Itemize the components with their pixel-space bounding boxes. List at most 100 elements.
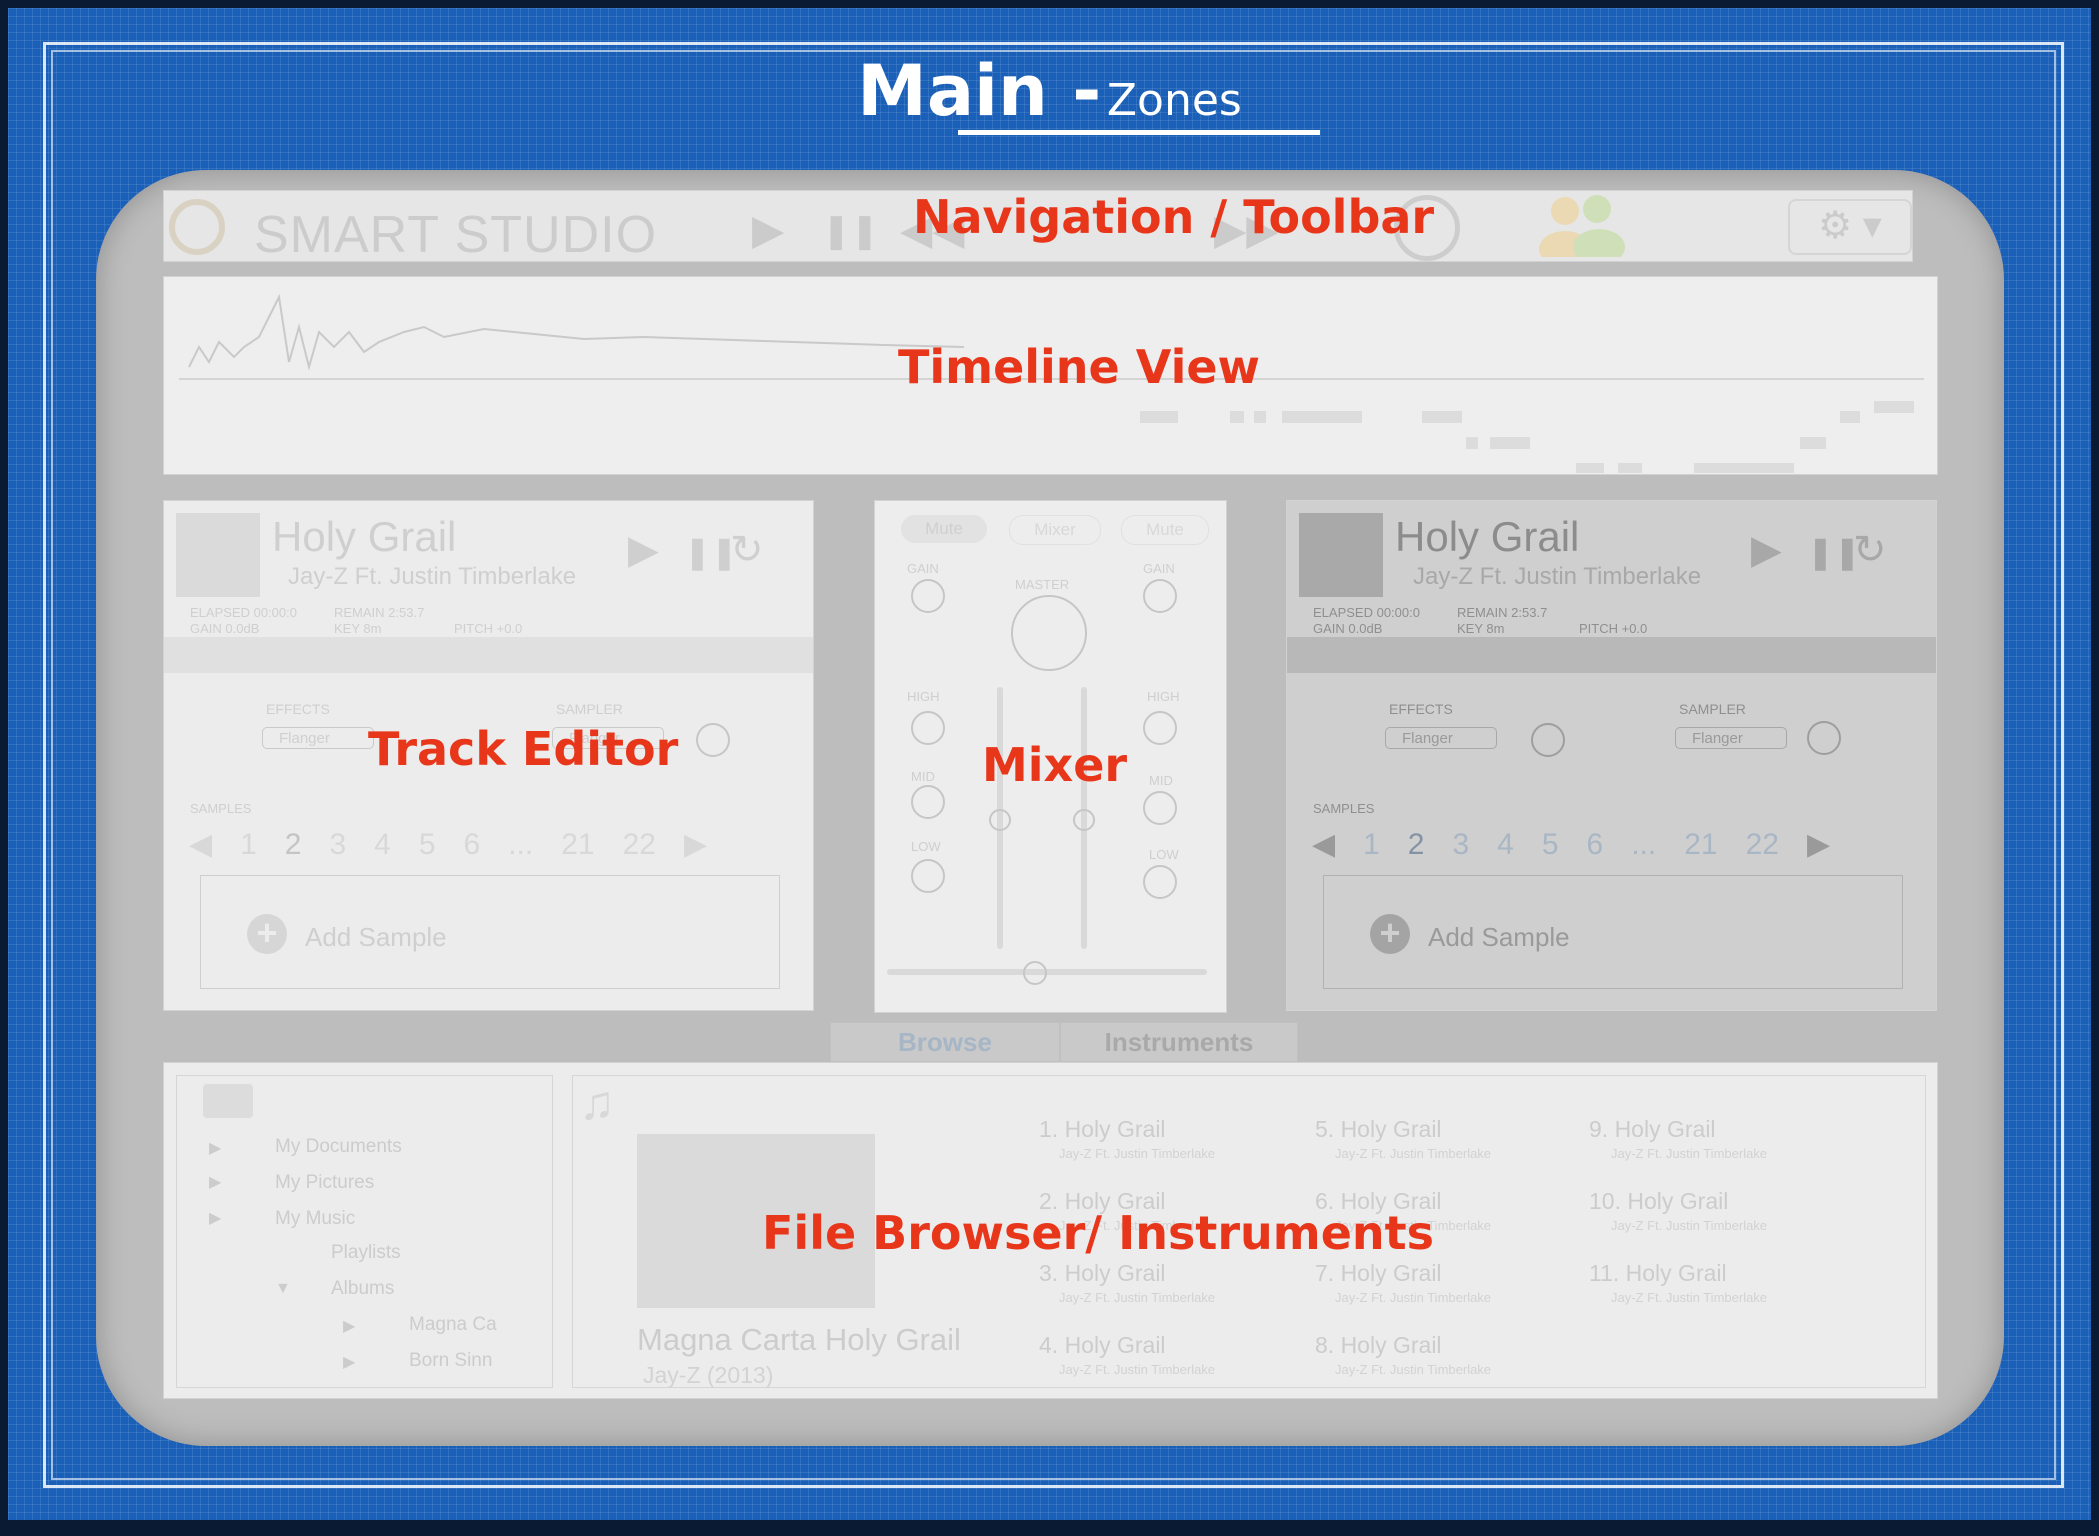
play-icon[interactable]: ▶ — [1751, 527, 1782, 573]
expand-arrow-icon[interactable]: ▶ — [343, 1316, 355, 1336]
sample-pager[interactable]: ◀ 1 2 3 4 5 6... 21 22 ▶ — [189, 827, 735, 862]
sample-number[interactable]: 2 — [1408, 828, 1425, 862]
sample-number[interactable]: 21 — [561, 828, 594, 862]
song-artist: Jay-Z Ft. Justin Timberlake — [1611, 1290, 1768, 1305]
next-icon[interactable]: ▶ — [1807, 827, 1830, 862]
sampler-label: SAMPLER — [1679, 701, 1746, 717]
high-right-label: HIGH — [1147, 689, 1180, 704]
users-icon[interactable] — [1529, 191, 1639, 257]
mini-waveform[interactable] — [164, 637, 813, 673]
add-sample-area[interactable]: + Add Sample — [1323, 875, 1903, 989]
song-title[interactable]: 8. Holy Grail — [1315, 1332, 1442, 1359]
mid-left-knob[interactable] — [911, 785, 945, 819]
tree-item[interactable]: Playlists — [331, 1242, 401, 1264]
sample-number[interactable]: 2 — [285, 828, 302, 862]
sample-number[interactable]: 22 — [623, 828, 656, 862]
crossfader[interactable] — [887, 969, 1207, 975]
song-title[interactable]: 9. Holy Grail — [1589, 1116, 1716, 1143]
sample-number[interactable]: 4 — [1497, 828, 1514, 862]
collapse-arrow-icon[interactable]: ▼ — [275, 1280, 291, 1298]
fader-handle-left[interactable] — [989, 809, 1011, 831]
sample-number[interactable]: 5 — [419, 828, 436, 862]
tree-item[interactable]: Albums — [331, 1278, 394, 1300]
reset-icon[interactable]: ↻ — [730, 527, 764, 573]
album-art — [1299, 513, 1383, 597]
song-title[interactable]: 11. Holy Grail — [1589, 1260, 1727, 1287]
sample-number[interactable]: 22 — [1746, 828, 1779, 862]
effects-label: EFFECTS — [266, 701, 330, 717]
expand-arrow-icon[interactable]: ▶ — [343, 1352, 355, 1372]
logo-icon — [169, 199, 225, 255]
tab-browse[interactable]: Browse — [830, 1022, 1060, 1062]
pitch-value: PITCH +0.0 — [1579, 621, 1648, 636]
song-artist: Jay-Z Ft. Justin Timberlake — [1059, 1146, 1216, 1161]
prev-icon[interactable]: ◀ — [189, 827, 212, 862]
sample-number[interactable]: 5 — [1542, 828, 1559, 862]
gain-right-label: GAIN — [1143, 561, 1175, 576]
add-sample-area[interactable]: + Add Sample — [200, 875, 780, 989]
effects-dropdown[interactable]: Flanger — [1385, 727, 1497, 749]
plus-icon[interactable]: + — [247, 914, 287, 954]
effects-dropdown[interactable]: Flanger — [262, 727, 374, 749]
mixer-button[interactable]: Mixer — [1009, 515, 1101, 545]
low-left-knob[interactable] — [911, 859, 945, 893]
sample-number[interactable]: 1 — [1363, 828, 1380, 862]
sample-number[interactable]: 21 — [1684, 828, 1717, 862]
tab-instruments[interactable]: Instruments — [1060, 1022, 1298, 1062]
sample-number[interactable]: 6 — [1587, 828, 1604, 862]
pause-icon[interactable]: ❚❚ — [822, 211, 879, 251]
sampler-dropdown[interactable]: Flanger — [1675, 727, 1787, 749]
next-icon[interactable]: ▶ — [684, 827, 707, 862]
song-title[interactable]: 7. Holy Grail — [1315, 1260, 1442, 1287]
track-editor-right: Holy Grail Jay-Z Ft. Justin Timberlake ▶… — [1286, 500, 1937, 1011]
mute-right-button[interactable]: Mute — [1121, 515, 1209, 545]
sample-pager[interactable]: ◀ 1 2 3 4 5 6... 21 22 ▶ — [1312, 827, 1858, 862]
samples-label: SAMPLES — [1313, 801, 1375, 816]
sample-ellipsis: ... — [508, 828, 534, 861]
sample-number[interactable]: 3 — [329, 828, 346, 862]
gain-left-knob[interactable] — [911, 579, 945, 613]
high-right-knob[interactable] — [1143, 711, 1177, 745]
song-title[interactable]: 1. Holy Grail — [1039, 1116, 1166, 1143]
master-knob[interactable] — [1011, 595, 1087, 671]
sample-number[interactable]: 4 — [374, 828, 391, 862]
tree-item[interactable]: My Pictures — [275, 1172, 374, 1194]
low-right-knob[interactable] — [1143, 865, 1177, 899]
song-title[interactable]: 10. Holy Grail — [1589, 1188, 1728, 1215]
tree-item[interactable]: Born Sinn — [409, 1350, 492, 1372]
gain-right-knob[interactable] — [1143, 579, 1177, 613]
fader-handle-right[interactable] — [1073, 809, 1095, 831]
sample-number[interactable]: 6 — [464, 828, 481, 862]
tree-item[interactable]: Magna Ca — [409, 1314, 497, 1336]
high-left-knob[interactable] — [911, 711, 945, 745]
expand-arrow-icon[interactable]: ▶ — [209, 1138, 221, 1158]
zone-label-browser: File Browser/ Instruments — [762, 1206, 1435, 1260]
song-title[interactable]: 4. Holy Grail — [1039, 1332, 1166, 1359]
reset-icon[interactable]: ↻ — [1853, 527, 1887, 573]
tree-item[interactable]: My Documents — [275, 1136, 402, 1158]
zone-label-track-editor: Track Editor — [368, 722, 679, 776]
sample-number[interactable]: 3 — [1452, 828, 1469, 862]
plus-icon[interactable]: + — [1370, 914, 1410, 954]
expand-arrow-icon[interactable]: ▶ — [209, 1172, 221, 1192]
sampler-knob[interactable] — [1807, 721, 1841, 755]
expand-arrow-icon[interactable]: ▶ — [209, 1208, 221, 1228]
play-icon[interactable]: ▶ — [752, 205, 784, 254]
prev-icon[interactable]: ◀ — [1312, 827, 1335, 862]
crossfader-handle[interactable] — [1023, 961, 1047, 985]
mid-right-knob[interactable] — [1143, 791, 1177, 825]
settings-button[interactable]: ⚙ ▾ — [1788, 199, 1912, 255]
mute-left-button[interactable]: Mute — [901, 515, 987, 543]
effects-knob[interactable] — [1531, 723, 1565, 757]
elapsed-time: ELAPSED 00:00:0 — [1313, 605, 1420, 620]
tree-item[interactable]: My Music — [275, 1208, 355, 1230]
song-title[interactable]: 3. Holy Grail — [1039, 1260, 1166, 1287]
mini-waveform[interactable] — [1287, 637, 1936, 673]
song-title[interactable]: 5. Holy Grail — [1315, 1116, 1442, 1143]
song-artist: Jay-Z Ft. Justin Timberlake — [1335, 1362, 1492, 1377]
sample-number[interactable]: 1 — [240, 828, 257, 862]
gain-left-label: GAIN — [907, 561, 939, 576]
music-note-icon: ♫ — [579, 1077, 615, 1130]
sampler-knob[interactable] — [696, 723, 730, 757]
play-icon[interactable]: ▶ — [628, 527, 659, 573]
